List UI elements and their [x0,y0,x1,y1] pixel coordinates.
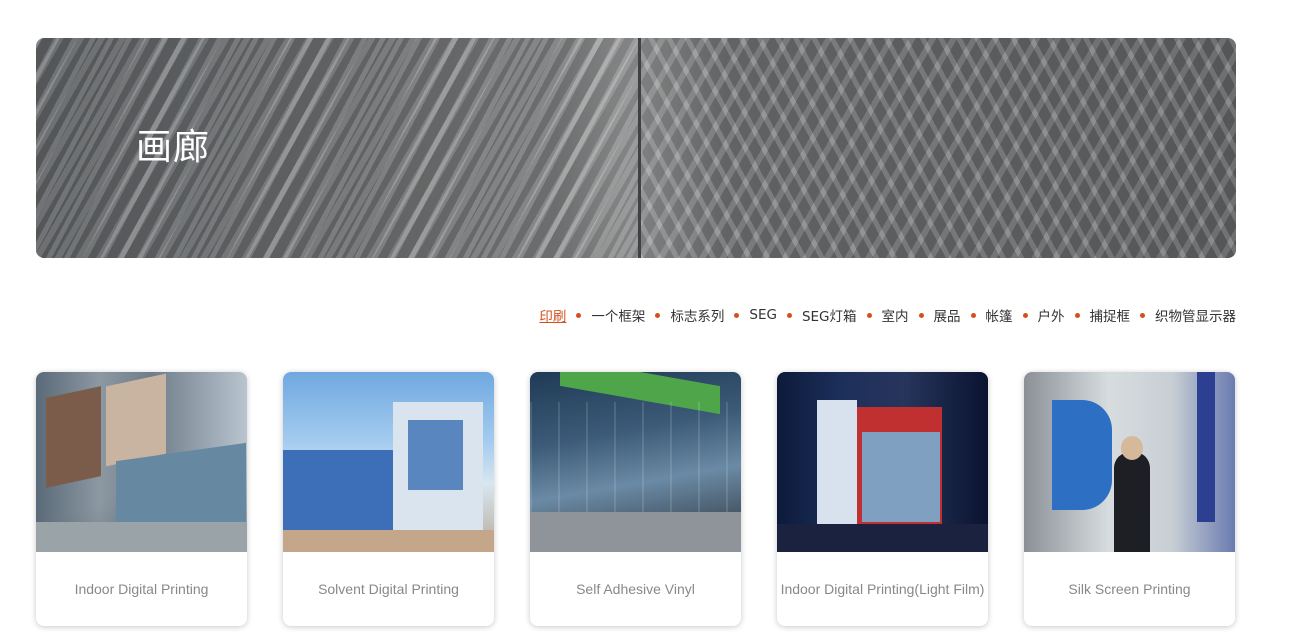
separator-dot-icon [970,312,976,318]
page-title: 画廊 [136,127,211,168]
gallery-grid: Indoor Digital Printing Solvent Digital … [36,372,1236,626]
hero-background-right [638,38,1236,258]
gallery-card-caption: Self Adhesive Vinyl [576,581,695,597]
separator-dot-icon [786,312,792,318]
thumbnail-detail [862,432,940,522]
thumbnail-detail [283,450,403,530]
category-item-indoor[interactable]: 室内 [882,305,909,325]
gallery-thumbnail [530,372,741,552]
gallery-thumbnail [777,372,988,552]
thumbnail-detail [530,512,741,552]
separator-dot-icon [734,312,740,318]
category-item-sign-series[interactable]: 标志系列 [670,305,724,325]
gallery-page: 画廊 印刷 一个框架 标志系列 SEG SEG灯箱 室内 展品 帐篷 户外 捕捉… [0,0,1298,644]
separator-dot-icon [1074,312,1080,318]
separator-dot-icon [655,312,661,318]
separator-dot-icon [1140,312,1145,318]
gallery-card-caption: Silk Screen Printing [1068,581,1191,597]
gallery-card-caption: Indoor Digital Printing(Light Film) [780,581,985,597]
thumbnail-detail [1121,436,1143,460]
category-item-seg[interactable]: SEG [749,307,777,323]
thumbnail-detail [777,524,988,552]
thumbnail-detail [106,373,166,467]
gallery-card[interactable]: Self Adhesive Vinyl [530,372,741,626]
thumbnail-detail [1197,372,1215,522]
thumbnail-detail [530,402,741,512]
hero-banner: 画廊 [36,38,1236,258]
hero-background-glow [556,38,726,258]
thumbnail-detail [46,386,101,488]
gallery-card[interactable]: Indoor Digital Printing [36,372,247,626]
gallery-card[interactable]: Solvent Digital Printing [283,372,494,626]
gallery-card[interactable]: Indoor Digital Printing(Light Film) [777,372,988,626]
category-item-fabric-tube-display[interactable]: 织物管显示器 [1155,305,1236,325]
gallery-card[interactable]: Silk Screen Printing [1024,372,1235,626]
hero-background-spine [638,38,641,258]
thumbnail-detail [36,522,247,552]
category-item-printing[interactable]: 印刷 [539,305,566,325]
thumbnail-detail [817,400,857,530]
category-item-tent[interactable]: 帐篷 [986,305,1013,325]
separator-dot-icon [1022,312,1028,318]
category-nav: 印刷 一个框架 标志系列 SEG SEG灯箱 室内 展品 帐篷 户外 捕捉框 织… [539,305,1236,325]
gallery-thumbnail [1024,372,1235,552]
category-item-exhibits[interactable]: 展品 [934,305,961,325]
category-item-snap-frame[interactable]: 捕捉框 [1090,305,1131,325]
gallery-card-caption: Indoor Digital Printing [74,581,209,597]
gallery-card-caption: Solvent Digital Printing [318,581,459,597]
thumbnail-detail [1052,400,1112,510]
hero-background-left [36,38,638,258]
category-item-frame[interactable]: 一个框架 [591,305,645,325]
thumbnail-detail [1114,452,1150,552]
category-item-seg-lightbox[interactable]: SEG灯箱 [802,305,857,325]
thumbnail-detail [408,420,463,490]
separator-dot-icon [918,312,924,318]
thumbnail-detail [283,530,494,552]
separator-dot-icon [866,312,872,318]
gallery-thumbnail [283,372,494,552]
separator-dot-icon [576,312,582,318]
gallery-thumbnail [36,372,247,552]
category-item-outdoor[interactable]: 户外 [1038,305,1065,325]
